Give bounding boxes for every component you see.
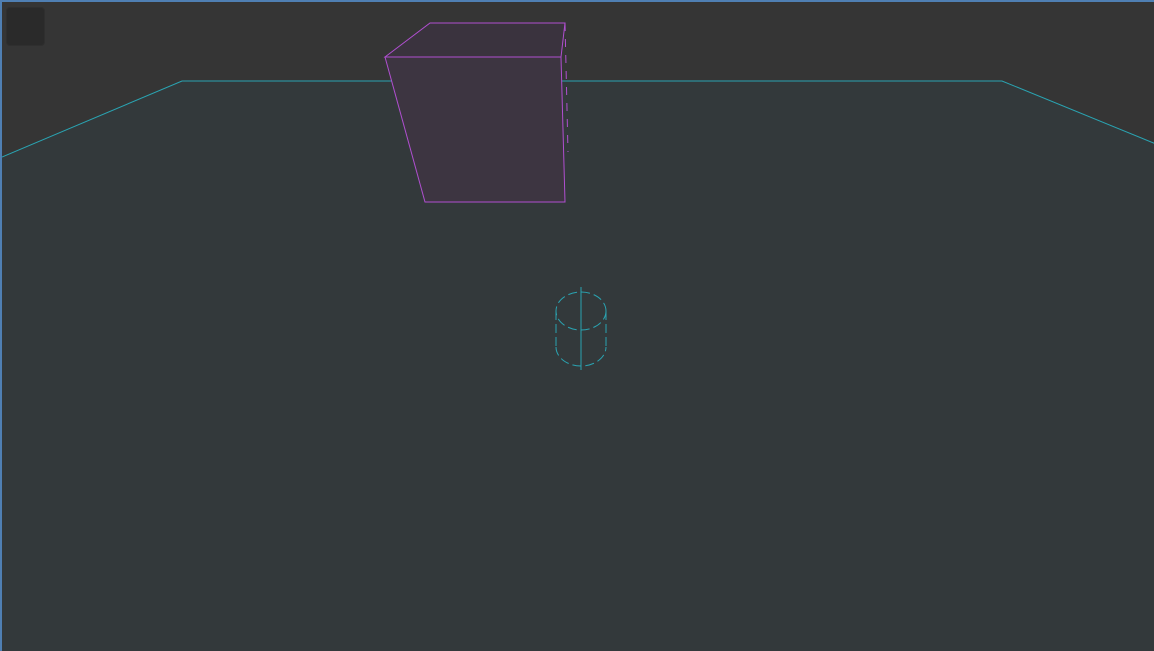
view-menu-button[interactable] bbox=[6, 7, 45, 46]
3d-viewport[interactable] bbox=[0, 0, 1154, 651]
scene-canvas[interactable] bbox=[2, 2, 1154, 651]
viewport-menu-icon bbox=[7, 8, 44, 45]
box-top-face bbox=[383, 22, 566, 58]
